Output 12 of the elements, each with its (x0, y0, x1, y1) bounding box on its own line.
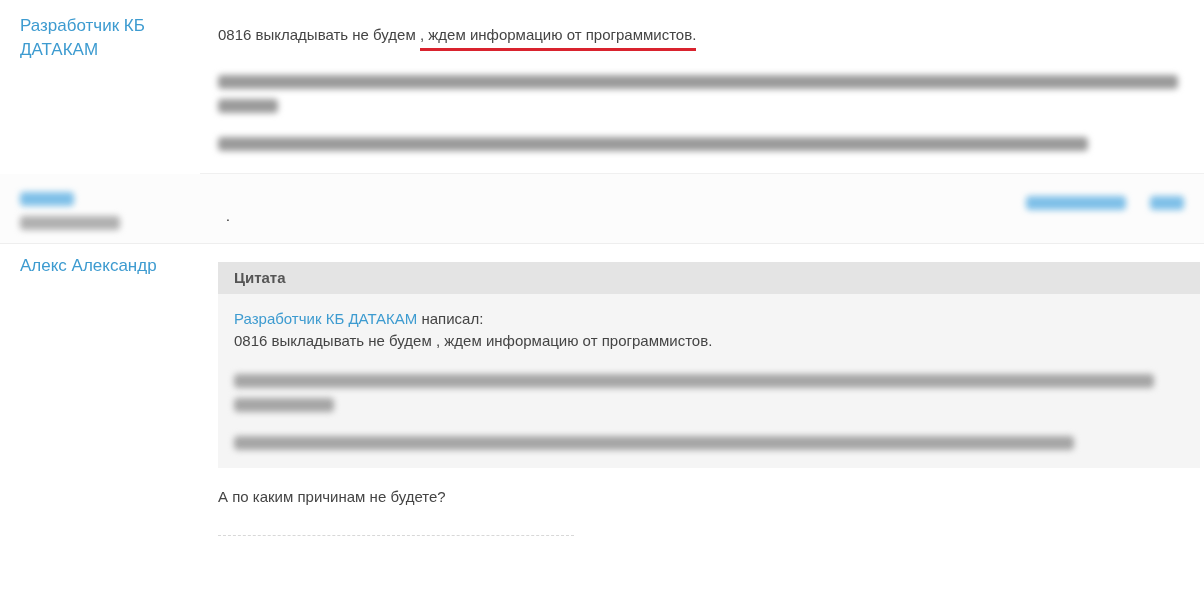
author-link[interactable]: Разработчик КБ ДАТАКАМ (20, 14, 170, 62)
post-text: 0816 выкладывать не будем , ждем информацию от программистов. (218, 24, 1204, 51)
author-link[interactable]: Алекс Александр (20, 254, 200, 278)
post-text: А по каким причинам не будете? (218, 487, 447, 507)
blurred-text-drawing (218, 99, 278, 113)
blurred-text-drawing (20, 192, 74, 206)
quote-title: Цитата (218, 262, 1200, 294)
quoted-author-link[interactable]: Разработчик КБ ДАТАКАМ (234, 310, 418, 327)
blurred-text-drawing (1150, 196, 1184, 210)
wrote-label: написал: (421, 310, 484, 327)
quoted-text: 0816 выкладывать не будем , ждем информацию от программистов. (234, 331, 714, 351)
post-text: . (226, 208, 230, 224)
